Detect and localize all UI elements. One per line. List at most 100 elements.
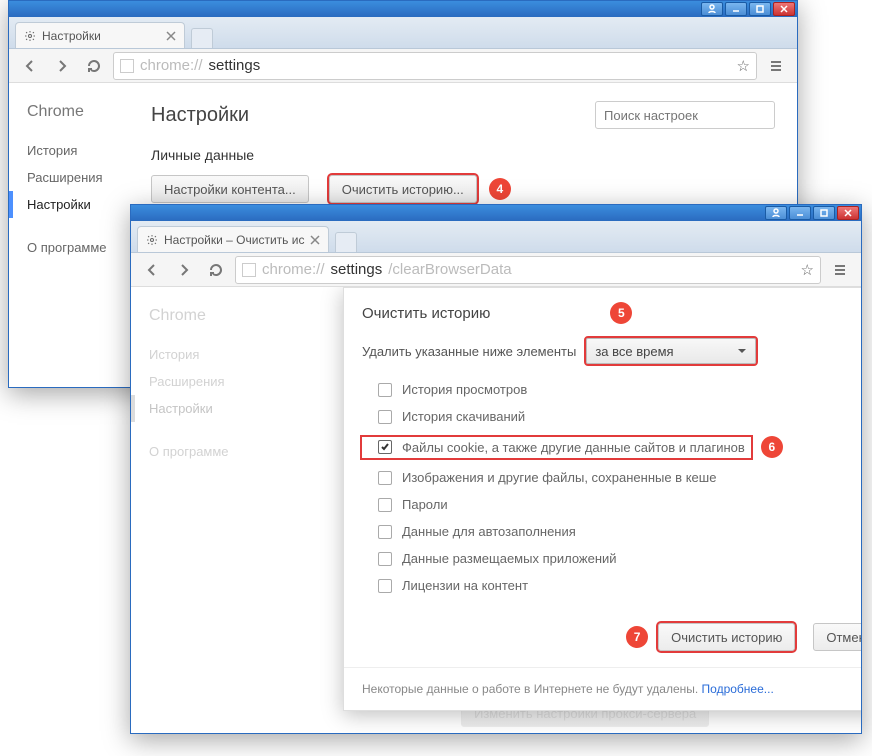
chevron-down-icon (737, 346, 747, 356)
reload-button[interactable] (203, 257, 229, 283)
callout-6: 6 (761, 436, 783, 458)
address-bar[interactable]: chrome:// settings ☆ (113, 52, 757, 80)
sidebar-item-extensions[interactable]: Расширения (27, 164, 139, 191)
url-part: settings (209, 57, 261, 74)
url-part: settings (331, 261, 383, 278)
sidebar-item-history[interactable]: История (27, 137, 139, 164)
tab-close-icon[interactable] (310, 235, 320, 245)
page-icon (242, 263, 256, 277)
tab-title: Настройки – Очистить ис (164, 233, 304, 247)
callout-4: 4 (489, 178, 511, 200)
sidebar-item-history: История (149, 341, 261, 368)
close-window-button[interactable] (837, 206, 859, 220)
chrome-menu-icon[interactable] (827, 257, 853, 283)
chrome-menu-icon[interactable] (763, 53, 789, 79)
option-label: Пароли (402, 497, 448, 512)
option-label: Лицензии на контент (402, 578, 528, 593)
option-cache[interactable]: Изображения и другие файлы, сохраненные … (378, 464, 861, 491)
checkbox-icon (378, 498, 392, 512)
url-part: chrome:// (262, 261, 325, 278)
callout-7: 7 (626, 626, 648, 648)
option-licenses[interactable]: Лицензии на контент (378, 572, 861, 599)
settings-sidebar: Chrome История Расширения Настройки О пр… (9, 83, 139, 387)
new-tab-button[interactable] (335, 232, 357, 252)
maximize-button[interactable] (749, 2, 771, 16)
checkbox-icon (378, 383, 392, 397)
option-label: Изображения и другие файлы, сохраненные … (402, 470, 716, 485)
dialog-footer: Некоторые данные о работе в Интернете не… (344, 667, 861, 710)
dialog-title: Очистить историю (362, 305, 490, 322)
user-icon[interactable] (701, 2, 723, 16)
sidebar-item-extensions: Расширения (149, 368, 261, 395)
checkbox-icon (378, 440, 392, 454)
option-label: Данные размещаемых приложений (402, 551, 617, 566)
tab-strip: Настройки – Очистить ис (131, 221, 861, 253)
tab-close-icon[interactable] (166, 31, 176, 41)
time-range-select[interactable]: за все время (586, 338, 756, 364)
option-label: История просмотров (402, 382, 527, 397)
option-hosted-apps[interactable]: Данные размещаемых приложений (378, 545, 861, 572)
checkbox-icon (378, 471, 392, 485)
section-personal-data: Личные данные (151, 147, 775, 163)
toolbar: chrome:// settings/clearBrowserData ☆ (131, 253, 861, 287)
confirm-clear-button[interactable]: Очистить историю (658, 623, 795, 651)
callout-5: 5 (610, 302, 632, 324)
settings-search-input[interactable] (595, 101, 775, 129)
tab-clear-data[interactable]: Настройки – Очистить ис (137, 226, 329, 252)
close-window-button[interactable] (773, 2, 795, 16)
back-button[interactable] (17, 53, 43, 79)
clear-history-button[interactable]: Очистить историю... (329, 175, 477, 203)
sidebar-item-about[interactable]: О программе (27, 234, 139, 261)
settings-sidebar-background: Chrome История Расширения Настройки О пр… (131, 287, 261, 733)
option-label: Файлы cookie, а также другие данные сайт… (402, 440, 745, 455)
sidebar-item-about: О программе (149, 438, 261, 465)
checkbox-icon (378, 525, 392, 539)
minimize-button[interactable] (789, 206, 811, 220)
bookmark-icon[interactable]: ☆ (737, 57, 750, 75)
option-browsing-history[interactable]: История просмотров (378, 376, 861, 403)
option-download-history[interactable]: История скачиваний (378, 403, 861, 430)
tab-settings[interactable]: Настройки (15, 22, 185, 48)
content-settings-button[interactable]: Настройки контента... (151, 175, 309, 203)
tab-title: Настройки (42, 29, 101, 43)
forward-button[interactable] (171, 257, 197, 283)
window2-titlebar[interactable] (131, 205, 861, 221)
url-part: chrome:// (140, 57, 203, 74)
gear-icon (24, 30, 36, 42)
window-clear-browsing-data: Настройки – Очистить ис chrome:// setting… (130, 204, 862, 734)
settings-main-background: настроек боях и-сервера Изменить настрой… (261, 287, 861, 733)
user-icon[interactable] (765, 206, 787, 220)
reload-button[interactable] (81, 53, 107, 79)
checkbox-icon (378, 552, 392, 566)
brand-label: Chrome (27, 103, 139, 121)
brand-label: Chrome (149, 307, 261, 325)
bookmark-icon[interactable]: ☆ (801, 261, 814, 279)
back-button[interactable] (139, 257, 165, 283)
minimize-button[interactable] (725, 2, 747, 16)
learn-more-link[interactable]: Подробнее... (702, 682, 774, 696)
clear-browsing-data-dialog: Очистить историю 5 Удалить указанные ниж… (343, 287, 861, 711)
dialog-description: Удалить указанные ниже элементы (362, 344, 576, 359)
page-icon (120, 59, 134, 73)
maximize-button[interactable] (813, 206, 835, 220)
new-tab-button[interactable] (191, 28, 213, 48)
option-label: История скачиваний (402, 409, 525, 424)
tab-strip: Настройки (9, 17, 797, 49)
option-autofill[interactable]: Данные для автозаполнения (378, 518, 861, 545)
checkbox-icon (378, 410, 392, 424)
sidebar-item-settings[interactable]: Настройки (27, 191, 139, 218)
time-range-value: за все время (595, 344, 673, 359)
option-label: Данные для автозаполнения (402, 524, 576, 539)
window1-titlebar[interactable] (9, 1, 797, 17)
toolbar: chrome:// settings ☆ (9, 49, 797, 83)
forward-button[interactable] (49, 53, 75, 79)
sidebar-item-settings: Настройки (149, 395, 261, 422)
checkbox-icon (378, 579, 392, 593)
page-title: Настройки (151, 104, 249, 127)
footer-text: Некоторые данные о работе в Интернете не… (362, 682, 702, 696)
cancel-button[interactable]: Отмена (813, 623, 861, 651)
address-bar[interactable]: chrome:// settings/clearBrowserData ☆ (235, 256, 821, 284)
option-cookies[interactable]: Файлы cookie, а также другие данные сайт… (362, 430, 861, 464)
url-part: /clearBrowserData (388, 261, 511, 278)
option-passwords[interactable]: Пароли (378, 491, 861, 518)
